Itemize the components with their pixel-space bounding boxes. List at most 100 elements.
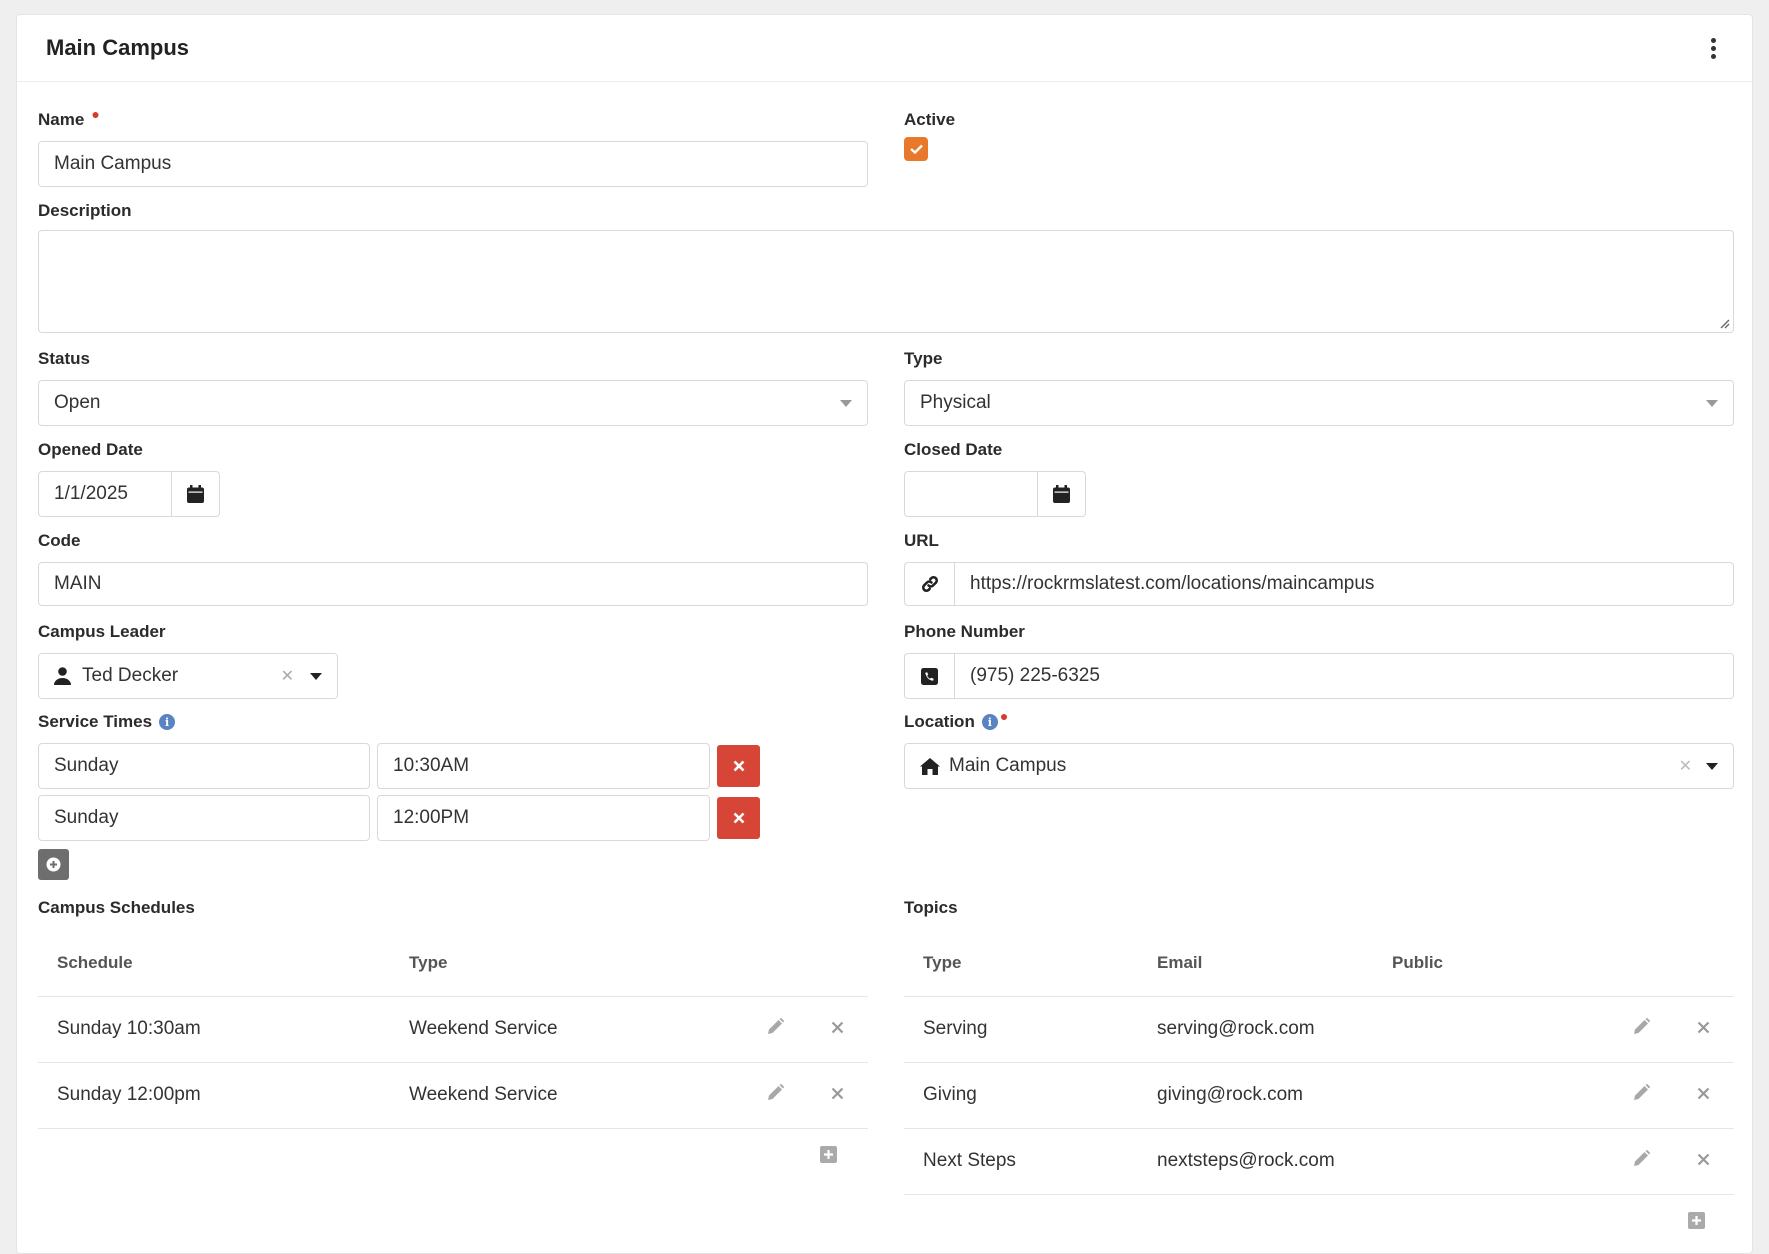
column-header-schedule[interactable]: Schedule xyxy=(38,930,390,997)
name-input[interactable]: Main Campus xyxy=(38,141,868,187)
location-field-group: Location i ● Main Campus ✕ xyxy=(904,708,1734,789)
code-field-group: Code MAIN xyxy=(38,530,868,606)
location-picker[interactable]: Main Campus ✕ xyxy=(904,743,1734,789)
name-field-group: Name ● Main Campus xyxy=(38,106,868,187)
campus-leader-value: Ted Decker xyxy=(82,665,179,686)
close-icon xyxy=(1697,1087,1709,1100)
active-field-group: Active xyxy=(904,109,1734,161)
calendar-icon xyxy=(187,485,204,503)
table-row[interactable]: Sunday 12:00pm Weekend Service xyxy=(38,1062,868,1129)
clear-icon[interactable]: ✕ xyxy=(281,666,294,686)
remove-service-time-button[interactable] xyxy=(717,745,760,787)
opened-date-calendar-button[interactable] xyxy=(172,471,220,517)
code-input[interactable]: MAIN xyxy=(38,562,868,606)
info-icon[interactable]: i xyxy=(981,714,998,730)
delete-row-button[interactable] xyxy=(1672,996,1734,1063)
campus-leader-label: Campus Leader xyxy=(38,622,166,641)
remove-service-time-button[interactable] xyxy=(717,797,760,839)
calendar-icon xyxy=(1053,485,1070,503)
type-field-group: Type Physical xyxy=(904,348,1734,426)
location-value: Main Campus xyxy=(949,755,1067,776)
schedule-cell: Sunday 10:30am xyxy=(38,996,390,1063)
delete-row-button[interactable] xyxy=(1672,1128,1734,1195)
edit-row-button[interactable] xyxy=(1610,1062,1672,1129)
closed-date-calendar-button[interactable] xyxy=(1038,471,1086,517)
service-times-label: Service Times xyxy=(38,712,153,731)
home-icon xyxy=(920,757,940,775)
public-cell xyxy=(1373,996,1610,1063)
service-time-row: Sunday 12:00PM xyxy=(38,795,868,841)
close-icon xyxy=(733,812,744,824)
description-textarea[interactable] xyxy=(38,230,1734,333)
table-row[interactable]: Sunday 10:30am Weekend Service xyxy=(38,996,868,1063)
info-icon[interactable]: i xyxy=(159,714,176,730)
campus-leader-picker[interactable]: Ted Decker ✕ xyxy=(38,653,338,699)
type-cell: Next Steps xyxy=(904,1128,1138,1195)
status-select[interactable]: Open xyxy=(38,380,868,426)
pencil-icon xyxy=(1633,1017,1650,1034)
column-header-public[interactable]: Public xyxy=(1373,930,1610,997)
status-label: Status xyxy=(38,349,90,368)
add-service-time-button[interactable] xyxy=(38,849,69,880)
table-row[interactable]: Giving giving@rock.com xyxy=(904,1062,1734,1129)
column-header-type[interactable]: Type xyxy=(904,930,1138,997)
add-topic-icon[interactable] xyxy=(1688,1211,1705,1229)
table-row[interactable]: Serving serving@rock.com xyxy=(904,996,1734,1063)
check-icon xyxy=(909,144,923,154)
phone-label: Phone Number xyxy=(904,622,1025,641)
name-label: Name xyxy=(38,110,85,129)
service-day-input[interactable]: Sunday xyxy=(38,795,370,841)
edit-row-button[interactable] xyxy=(744,996,806,1063)
opened-date-input[interactable]: 1/1/2025 xyxy=(38,471,172,517)
table-row[interactable]: Next Steps nextsteps@rock.com xyxy=(904,1128,1734,1195)
chevron-down-icon[interactable] xyxy=(1706,762,1718,770)
chevron-down-icon xyxy=(840,399,852,407)
service-times-field-group: Service Times i Sunday 10:30AM Sunday 12:… xyxy=(38,711,868,880)
service-time-input[interactable]: 12:00PM xyxy=(377,795,710,841)
phone-square-icon xyxy=(921,667,938,685)
url-addon xyxy=(904,562,954,606)
service-time-input[interactable]: 10:30AM xyxy=(377,743,710,789)
delete-row-button[interactable] xyxy=(806,1062,868,1129)
link-icon xyxy=(921,576,938,592)
clear-icon[interactable]: ✕ xyxy=(1679,756,1692,776)
description-field-group: Description xyxy=(38,200,1734,333)
close-icon xyxy=(831,1087,843,1100)
public-cell xyxy=(1373,1062,1610,1129)
service-day-input[interactable]: Sunday xyxy=(38,743,370,789)
topics-label: Topics xyxy=(904,898,958,917)
delete-row-button[interactable] xyxy=(1672,1062,1734,1129)
resize-handle-icon[interactable] xyxy=(1718,317,1730,329)
active-checkbox[interactable] xyxy=(904,137,928,161)
closed-date-label: Closed Date xyxy=(904,440,1003,459)
topics-section: Topics Type Email Public Serving serving… xyxy=(904,897,1734,1229)
closed-date-input[interactable] xyxy=(904,471,1038,517)
url-field-group: URL https://rockrmslatest.com/locations/… xyxy=(904,530,1734,606)
edit-row-button[interactable] xyxy=(1610,1128,1672,1195)
phone-input[interactable]: (975) 225-6325 xyxy=(954,653,1734,699)
closed-date-field-group: Closed Date xyxy=(904,439,1734,517)
pencil-icon xyxy=(767,1083,784,1100)
type-cell: Serving xyxy=(904,996,1138,1063)
column-header-type[interactable]: Type xyxy=(390,930,744,997)
url-input[interactable]: https://rockrmslatest.com/locations/main… xyxy=(954,562,1734,606)
close-icon xyxy=(831,1021,843,1034)
type-label: Type xyxy=(904,349,943,368)
more-options-icon[interactable] xyxy=(1703,33,1723,63)
pencil-icon xyxy=(1633,1149,1650,1166)
column-header-email[interactable]: Email xyxy=(1138,930,1373,997)
edit-row-button[interactable] xyxy=(1610,996,1672,1063)
type-cell: Weekend Service xyxy=(390,1062,744,1129)
edit-row-button[interactable] xyxy=(744,1062,806,1129)
public-cell xyxy=(1373,1128,1610,1195)
type-select[interactable]: Physical xyxy=(904,380,1734,426)
status-value: Open xyxy=(54,392,101,413)
email-cell: nextsteps@rock.com xyxy=(1138,1128,1373,1195)
phone-field-group: Phone Number (975) 225-6325 xyxy=(904,621,1734,699)
active-label: Active xyxy=(904,110,956,129)
add-schedule-icon[interactable] xyxy=(820,1145,837,1163)
delete-row-button[interactable] xyxy=(806,996,868,1063)
service-time-row: Sunday 10:30AM xyxy=(38,743,868,789)
opened-date-label: Opened Date xyxy=(38,440,143,459)
chevron-down-icon[interactable] xyxy=(310,672,322,680)
